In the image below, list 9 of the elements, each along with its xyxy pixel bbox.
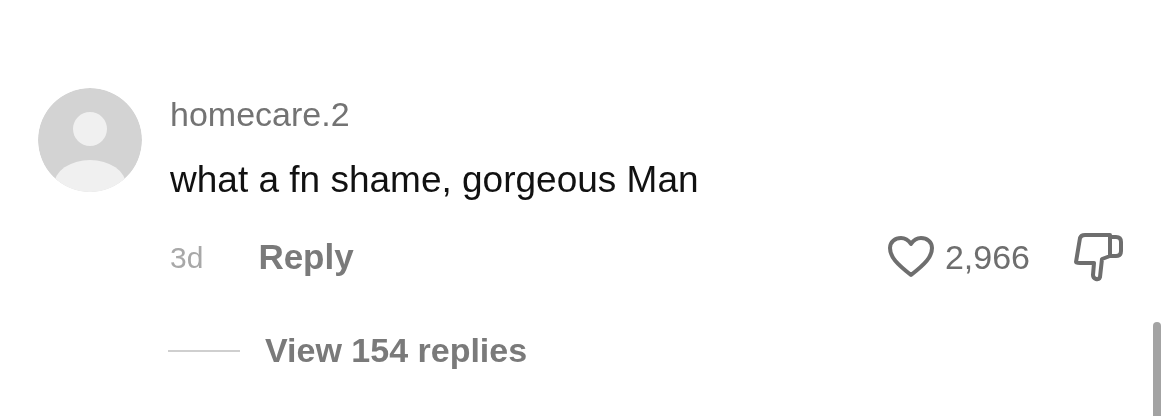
scrollbar[interactable] [1153, 322, 1161, 416]
comment-text: what a fn shame, gorgeous Man [170, 161, 700, 198]
username[interactable]: homecare.2 [170, 97, 1170, 131]
view-replies-link[interactable]: View 154 replies [265, 325, 528, 376]
thumbs-down-icon[interactable] [1072, 232, 1124, 282]
reply-button[interactable]: Reply [258, 230, 354, 284]
heart-icon[interactable] [886, 235, 935, 279]
comment-age: 3d [170, 239, 204, 276]
like-count: 2,966 [944, 236, 1030, 278]
